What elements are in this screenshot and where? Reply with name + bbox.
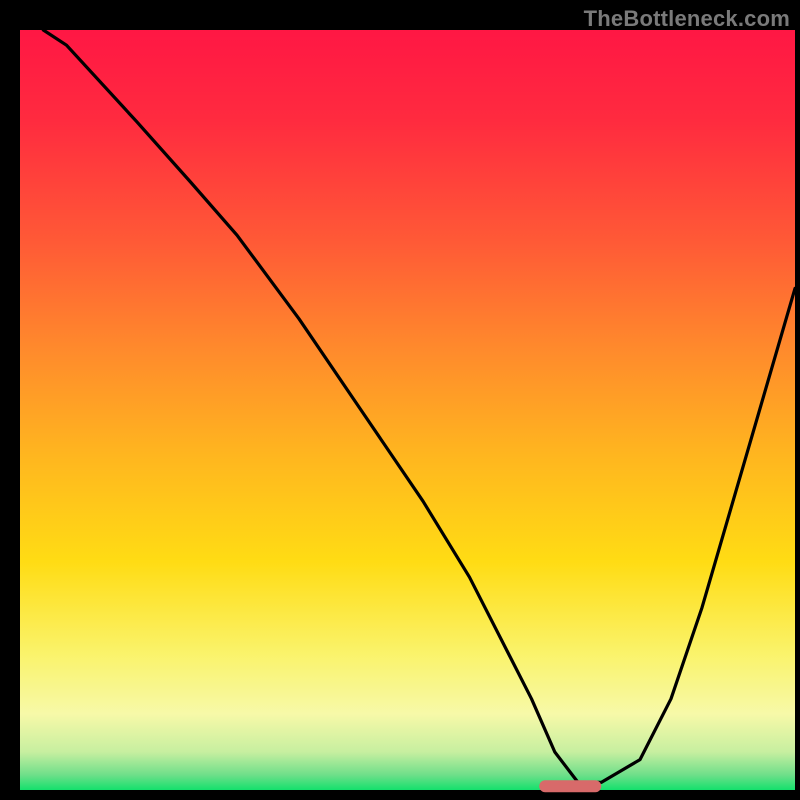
bottleneck-chart (0, 0, 800, 800)
watermark-label: TheBottleneck.com (584, 6, 790, 32)
optimal-range-pill (539, 780, 601, 792)
chart-container: TheBottleneck.com (0, 0, 800, 800)
